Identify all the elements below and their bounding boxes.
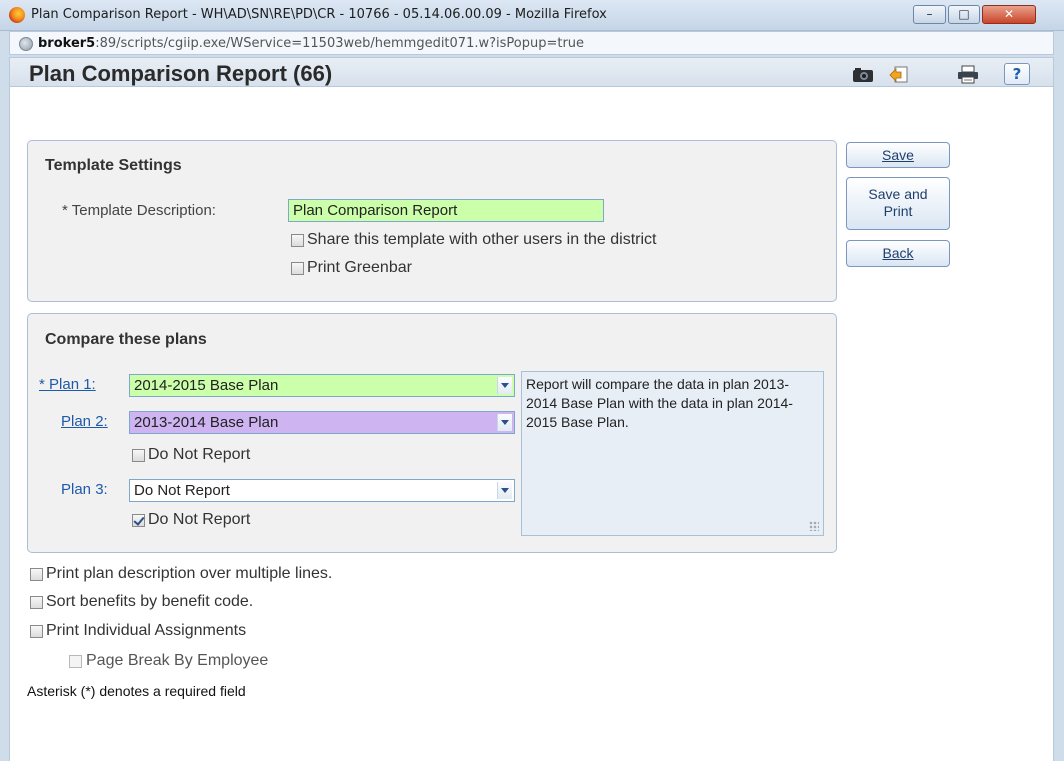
save-and-print-line1: Save and [868, 186, 928, 202]
print-icon[interactable] [956, 64, 980, 84]
template-settings-heading: Template Settings [45, 157, 182, 174]
plan-3-value: Do Not Report [134, 482, 230, 499]
chevron-down-icon[interactable] [497, 482, 512, 499]
resize-grip-icon[interactable] [809, 521, 819, 531]
plan-3-do-not-report-checkbox[interactable] [132, 514, 145, 527]
close-icon: ✕ [1003, 7, 1015, 21]
multiline-description-label[interactable]: Print plan description over multiple lin… [46, 565, 332, 583]
url-path: :89/scripts/cgiip.exe/WService=11503web/… [95, 36, 585, 51]
share-template-checkbox[interactable] [291, 234, 304, 247]
plan-1-required-marker: * [39, 376, 50, 393]
minimize-icon: – [926, 7, 933, 21]
export-page-icon[interactable] [887, 64, 911, 84]
plan-3-do-not-report-label[interactable]: Do Not Report [148, 511, 250, 529]
help-button[interactable]: ? [1004, 63, 1030, 85]
save-and-print-button[interactable]: Save and Print [846, 177, 950, 230]
page-break-checkbox [69, 655, 82, 668]
save-button-label: Save [882, 147, 914, 163]
comparison-summary-text: Report will compare the data in plan 201… [526, 376, 793, 430]
close-button[interactable]: ✕ [982, 5, 1036, 24]
back-button[interactable]: Back [846, 240, 950, 267]
globe-icon [19, 37, 33, 51]
plan-2-do-not-report-checkbox[interactable] [132, 449, 145, 462]
plan-2-value: 2013-2014 Base Plan [134, 414, 279, 431]
plan-1-select[interactable]: 2014-2015 Base Plan [129, 374, 515, 397]
url-host: broker5 [38, 36, 96, 51]
camera-icon[interactable] [851, 64, 875, 84]
minimize-button[interactable]: – [913, 5, 946, 24]
plan-1-label: Plan 1: [49, 376, 96, 393]
plan-2-link[interactable]: Plan 2: [61, 413, 108, 430]
plan-3-select[interactable]: Do Not Report [129, 479, 515, 502]
individual-assignments-checkbox[interactable] [30, 625, 43, 638]
page-break-label: Page Break By Employee [86, 652, 269, 669]
plan-1-link[interactable]: * Plan 1: [39, 376, 96, 393]
plan-2-select[interactable]: 2013-2014 Base Plan [129, 411, 515, 434]
multiline-description-checkbox[interactable] [30, 568, 43, 581]
plan-2-do-not-report-label[interactable]: Do Not Report [148, 446, 250, 464]
share-template-label[interactable]: Share this template with other users in … [307, 231, 657, 249]
maximize-button[interactable]: □ [948, 5, 980, 24]
compare-plans-heading: Compare these plans [45, 331, 207, 348]
plan-3-label: Plan 3: [61, 481, 108, 498]
template-description-input[interactable]: Plan Comparison Report [288, 199, 604, 222]
chevron-down-icon[interactable] [497, 377, 512, 394]
address-text[interactable]: broker5:89/scripts/cgiip.exe/WService=11… [38, 36, 584, 51]
sort-by-code-checkbox[interactable] [30, 596, 43, 609]
template-description-label: * Template Description: [62, 202, 216, 219]
back-button-label: Back [882, 245, 914, 261]
firefox-icon [9, 7, 25, 23]
print-greenbar-checkbox[interactable] [291, 262, 304, 275]
sort-by-code-label[interactable]: Sort benefits by benefit code. [46, 593, 253, 611]
print-greenbar-label[interactable]: Print Greenbar [307, 259, 412, 277]
window-title: Plan Comparison Report - WH\AD\SN\RE\PD\… [31, 7, 607, 22]
plan-1-value: 2014-2015 Base Plan [134, 377, 279, 394]
comparison-summary: Report will compare the data in plan 201… [521, 371, 824, 536]
page-title: Plan Comparison Report (66) [29, 61, 333, 86]
required-field-note: Asterisk (*) denotes a required field [27, 683, 246, 699]
save-and-print-line2: Print [883, 203, 913, 219]
maximize-icon: □ [958, 7, 970, 21]
save-button[interactable]: Save [846, 142, 950, 168]
chevron-down-icon[interactable] [497, 414, 512, 431]
individual-assignments-label[interactable]: Print Individual Assignments [46, 622, 246, 640]
